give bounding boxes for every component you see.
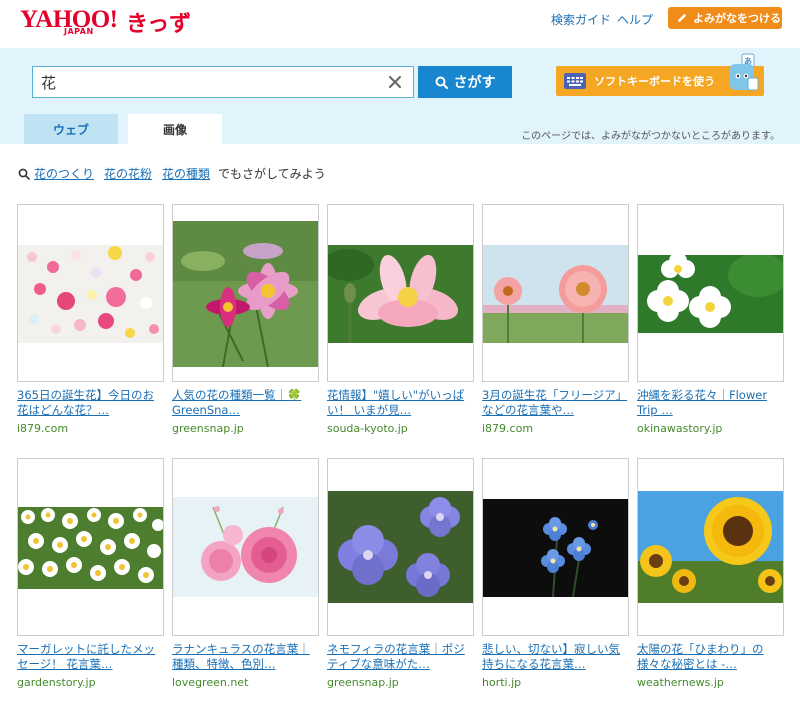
soft-keyboard-label: ソフトキーボードを使う <box>594 75 715 88</box>
pink-gerbera-image <box>483 245 628 343</box>
result-site: gardenstory.jp <box>17 676 96 689</box>
result-card[interactable]: ラナンキュラスの花言葉｜種類、特徴、色別… lovegreen.net <box>172 458 319 689</box>
yomigana-button-label: よみがなをつける <box>693 12 781 25</box>
search-box <box>32 66 414 98</box>
result-thumbnail[interactable] <box>327 458 474 636</box>
search-icon <box>435 76 448 89</box>
result-thumbnail[interactable] <box>637 458 784 636</box>
suggestion-link[interactable]: 花の花粉 <box>104 165 152 182</box>
search-band: さがす ソフトキーボードを使う あ ウェブ 画像 このページでは、よみがながつか… <box>0 48 800 144</box>
result-card[interactable]: マーガレットに託したメッセージ！ 花言葉… gardenstory.jp <box>17 458 164 689</box>
result-site: okinawastory.jp <box>637 422 723 435</box>
suggestion-link[interactable]: 花の種類 <box>162 165 210 182</box>
result-thumbnail[interactable] <box>172 204 319 382</box>
result-title[interactable]: 悲しい、切ない】寂しい気持ちになる花言葉… <box>482 642 629 672</box>
pencil-icon <box>678 13 687 22</box>
result-site: horti.jp <box>482 676 522 689</box>
result-card[interactable]: 悲しい、切ない】寂しい気持ちになる花言葉… horti.jp <box>482 458 629 689</box>
suggestion-suffix: でもさがしてみよう <box>218 167 326 181</box>
result-title[interactable]: 人気の花の種類一覧｜🍀 GreenSna… <box>172 388 319 418</box>
result-site: lovegreen.net <box>172 676 249 689</box>
logo-sub: JAPAN <box>64 27 94 36</box>
result-title[interactable]: 花情報】"嬉しい"がいっぱい！ いまが見… <box>327 388 474 418</box>
white-daisies-image <box>18 507 163 589</box>
result-card[interactable]: 太陽の花「ひまわり」の様々な秘密とは -… weathernews.jp <box>637 458 784 689</box>
blue-flowers-image <box>328 491 473 603</box>
mascot-icon: あ <box>730 53 759 91</box>
result-thumbnail[interactable] <box>482 458 629 636</box>
search-button[interactable]: さがす <box>418 66 512 98</box>
result-title[interactable]: 太陽の花「ひまわり」の様々な秘密とは -… <box>637 642 784 672</box>
result-title[interactable]: ネモフィラの花言葉｜ポジティブな意味がた… <box>327 642 474 672</box>
search-guide-link[interactable]: 検索ガイド <box>551 11 611 28</box>
result-title[interactable]: 365日の誕生花】今日のお花はどんな花？… <box>17 388 164 418</box>
result-site: greensnap.jp <box>172 422 244 435</box>
result-thumbnail[interactable] <box>482 204 629 382</box>
pink-ranunculus-image <box>173 497 318 597</box>
help-link[interactable]: ヘルプ <box>617 11 653 28</box>
search-button-label: さがす <box>453 75 496 91</box>
tab-web[interactable]: ウェブ <box>24 114 118 144</box>
result-site: i879.com <box>17 422 69 435</box>
result-card[interactable]: 3月の誕生花「フリージア」などの花言葉や… i879.com <box>482 204 629 435</box>
pink-lotus-image <box>328 245 473 343</box>
result-site: weathernews.jp <box>637 676 724 689</box>
yomigana-button[interactable]: よみがなをつける <box>668 7 782 29</box>
result-card[interactable]: 花情報】"嬉しい"がいっぱい！ いまが見… souda-kyoto.jp <box>327 204 474 435</box>
forget-me-not-image <box>483 499 628 597</box>
sunflowers-image <box>638 491 783 603</box>
colorful-flowers-image <box>18 245 163 343</box>
result-thumbnail[interactable] <box>17 458 164 636</box>
result-site: greensnap.jp <box>327 676 399 689</box>
result-thumbnail[interactable] <box>17 204 164 382</box>
result-card[interactable]: ネモフィラの花言葉｜ポジティブな意味がた… greensnap.jp <box>327 458 474 689</box>
keyboard-icon <box>564 73 586 89</box>
result-title[interactable]: マーガレットに託したメッセージ！ 花言葉… <box>17 642 164 672</box>
white-plumeria-image <box>638 255 783 333</box>
result-title[interactable]: 沖縄を彩る花々｜Flower Trip … <box>637 388 784 418</box>
result-site: i879.com <box>482 422 534 435</box>
pink-cosmos-image <box>173 221 318 367</box>
search-input[interactable] <box>33 68 373 96</box>
soft-keyboard-button[interactable]: ソフトキーボードを使う あ <box>556 53 764 96</box>
result-site: souda-kyoto.jp <box>327 422 408 435</box>
related-suggestions: 花のつくり 花の花粉 花の種類 でもさがしてみよう <box>18 165 326 182</box>
yomigana-notice: このページでは、よみがながつかないところがあります。 <box>521 131 780 142</box>
result-card[interactable]: 365日の誕生花】今日のお花はどんな花？… i879.com <box>17 204 164 435</box>
clear-icon[interactable] <box>387 74 403 90</box>
result-title[interactable]: 3月の誕生花「フリージア」などの花言葉や… <box>482 388 629 418</box>
header: YAHOO! JAPAN きっず 検索ガイド ヘルプ よみがなをつける <box>0 0 800 48</box>
result-card[interactable]: 沖縄を彩る花々｜Flower Trip … okinawastory.jp <box>637 204 784 435</box>
suggestion-link[interactable]: 花のつくり <box>34 165 94 182</box>
result-thumbnail[interactable] <box>172 458 319 636</box>
logo-kids: きっず <box>126 12 192 37</box>
result-card[interactable]: 人気の花の種類一覧｜🍀 GreenSna… greensnap.jp <box>172 204 319 435</box>
search-icon <box>18 168 30 180</box>
tab-images[interactable]: 画像 <box>128 114 222 144</box>
result-thumbnail[interactable] <box>327 204 474 382</box>
result-title[interactable]: ラナンキュラスの花言葉｜種類、特徴、色別… <box>172 642 319 672</box>
result-thumbnail[interactable] <box>637 204 784 382</box>
